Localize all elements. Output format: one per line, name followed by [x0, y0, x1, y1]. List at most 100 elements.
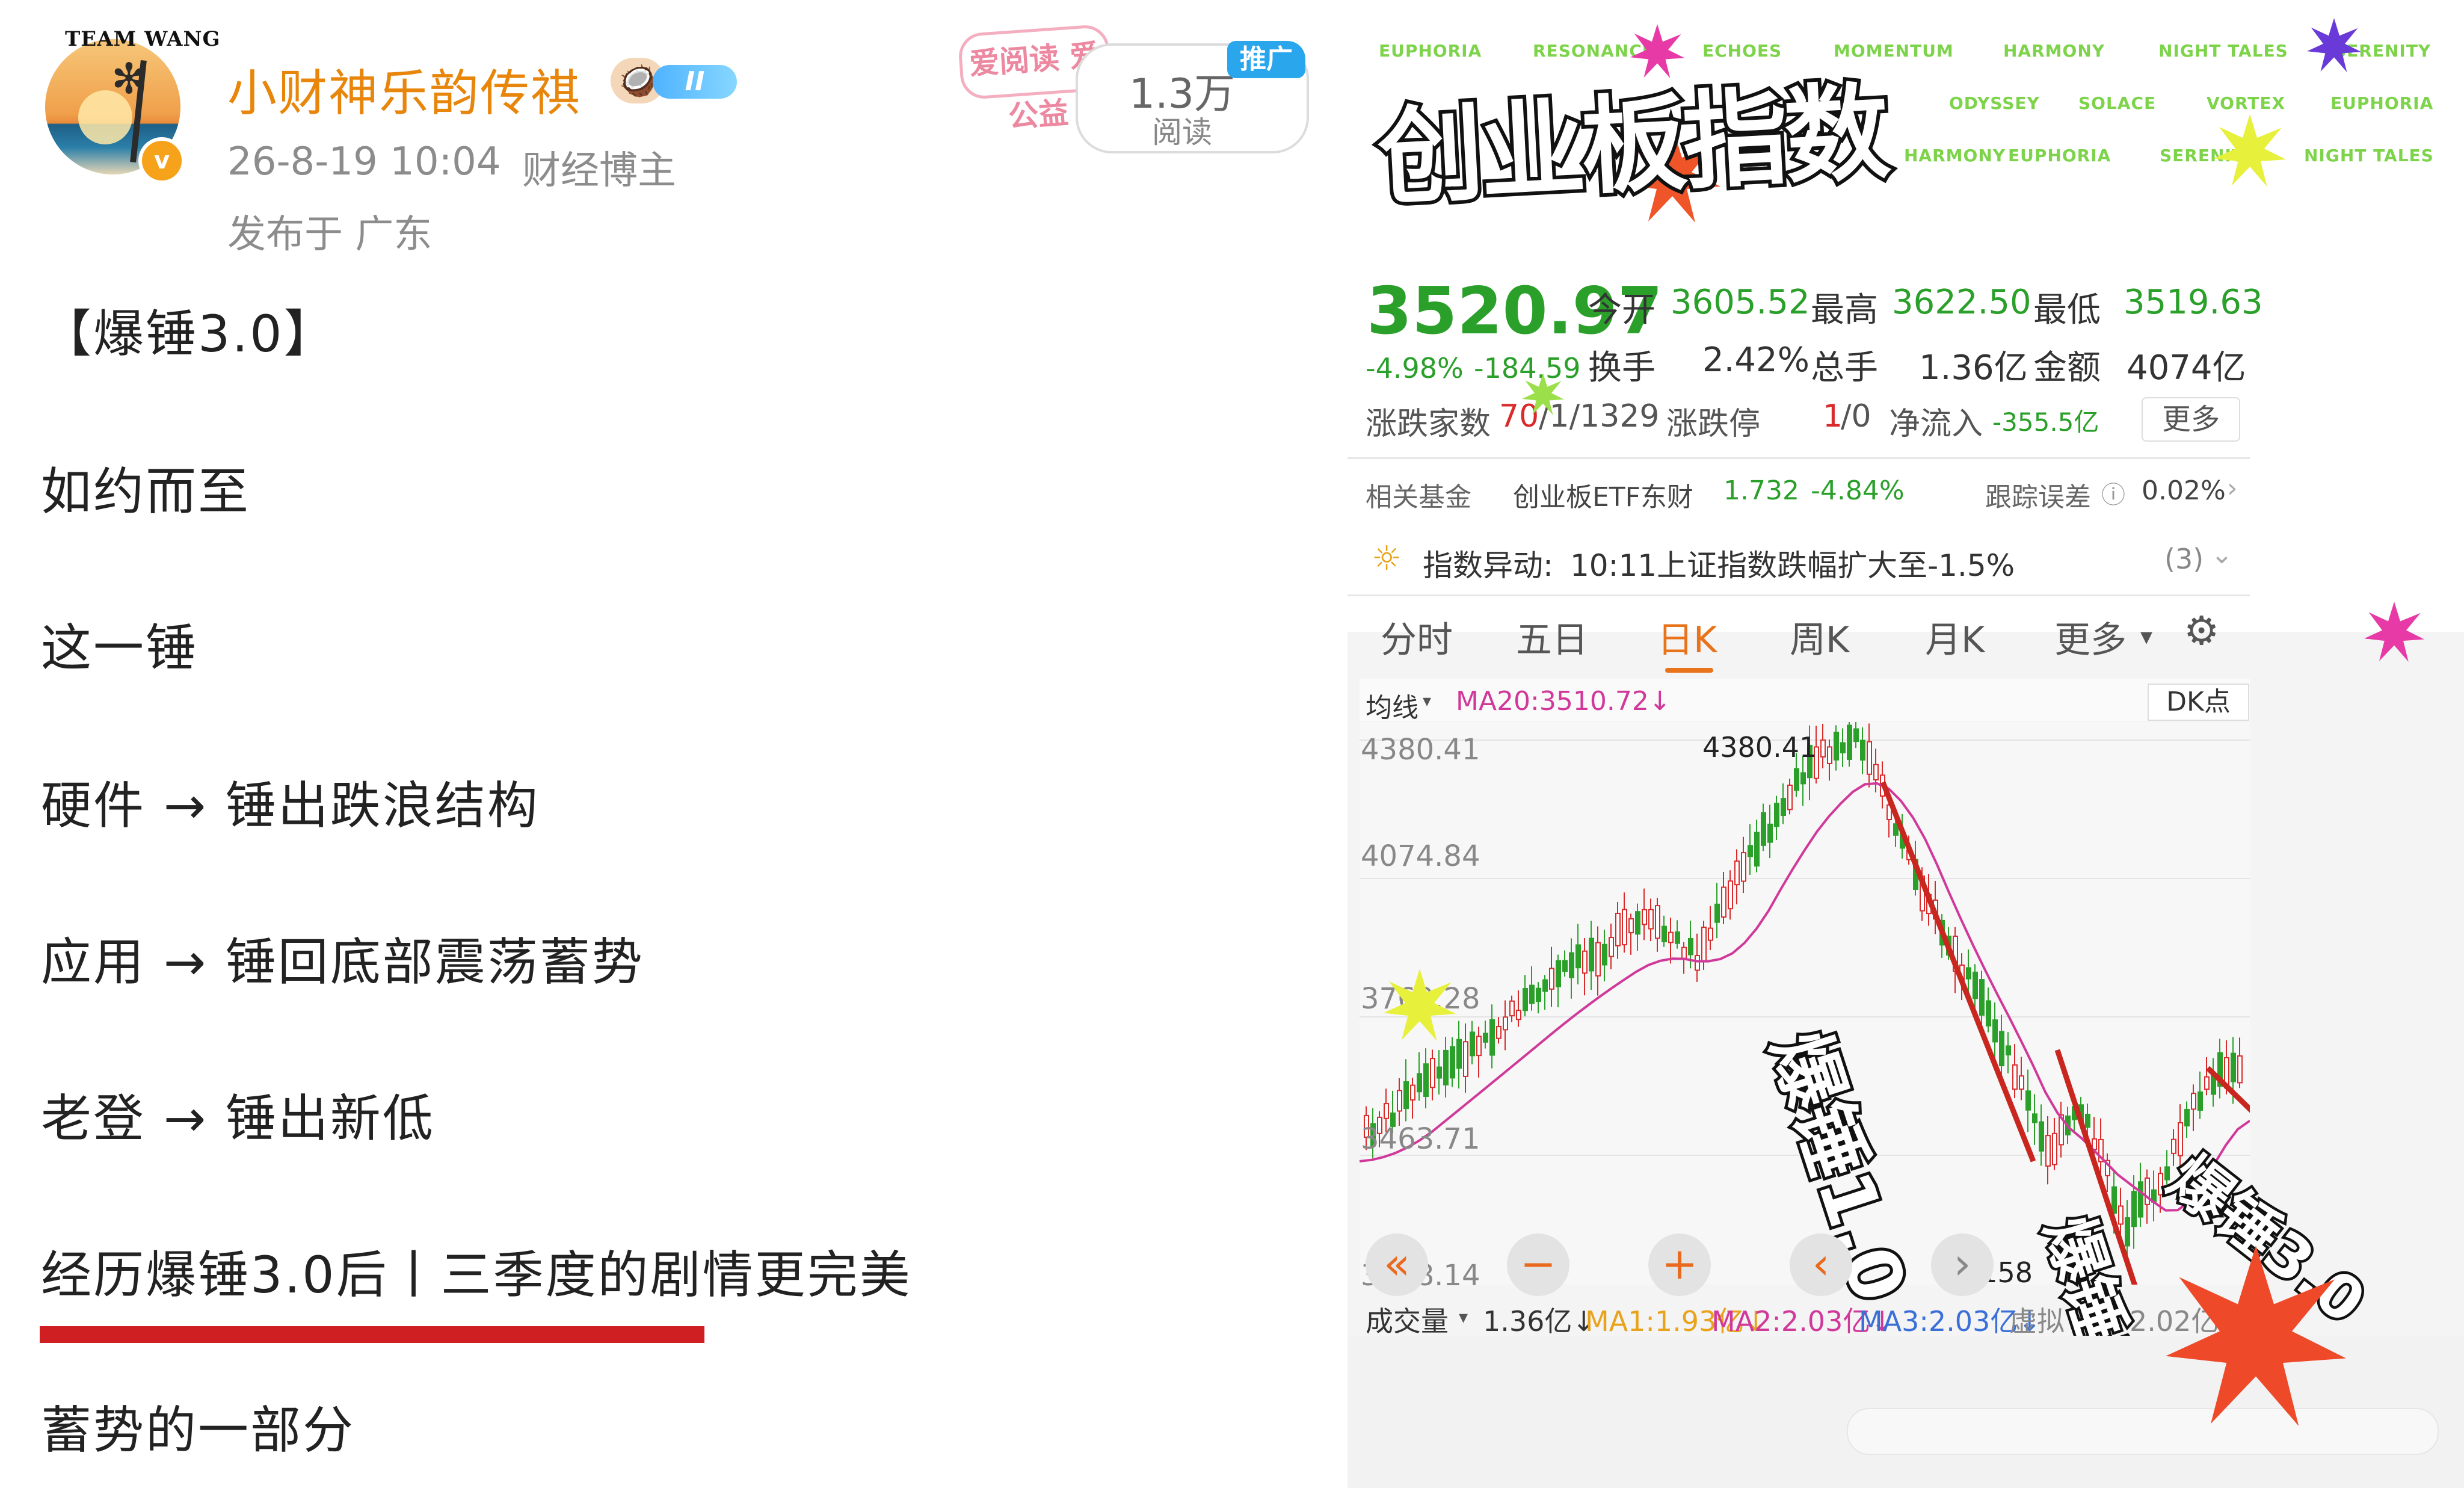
candle [1840, 742, 1846, 754]
candle [1516, 1010, 1521, 1020]
candle [2052, 1132, 2057, 1165]
candle [2145, 1177, 2150, 1205]
candle [1787, 784, 1793, 810]
fund-name[interactable]: 创业板ETF东财 [1513, 475, 1693, 514]
zoom-out-button[interactable]: − [1507, 1233, 1569, 1296]
promo-tag[interactable]: 推广 [1227, 41, 1305, 78]
caret-down-icon[interactable]: ▾ [1423, 691, 1431, 711]
tab-weekly-k[interactable]: 周K [1790, 611, 1849, 663]
gear-icon[interactable]: ⚙ [2184, 608, 2219, 654]
tab-five-day[interactable]: 五日 [1516, 611, 1588, 663]
level-badge[interactable]: II [653, 65, 737, 99]
banner-keyword: EUPHORIA [2330, 93, 2434, 113]
candle [1575, 944, 1581, 969]
high-label: 最高 [1811, 291, 1878, 330]
candle [1443, 1049, 1449, 1085]
candle [1774, 803, 1779, 827]
candle [1662, 925, 1667, 942]
candle [1847, 724, 1852, 760]
candle [1450, 1046, 1455, 1079]
candle [1734, 860, 1740, 886]
volume-value: 1.36亿 [1919, 348, 2028, 387]
candle [2231, 1052, 2236, 1082]
alert-text[interactable]: 10:11上证指数跌幅扩大至-1.5% [1570, 542, 2015, 585]
candle [1410, 1084, 1415, 1101]
candle [1496, 1026, 1502, 1039]
candle [1781, 798, 1786, 817]
candle [1397, 1090, 1402, 1112]
zoom-in-button[interactable]: + [1648, 1233, 1711, 1296]
candle [1589, 937, 1594, 972]
candle [1582, 950, 1588, 974]
post-location: 发布于 广东 [227, 212, 433, 257]
read-label: 阅读 [1152, 115, 1212, 150]
rewind-button[interactable]: « [1366, 1233, 1428, 1296]
candle [1675, 931, 1680, 944]
tab-more[interactable]: 更多 [2054, 611, 2127, 663]
candle [1417, 1073, 1422, 1093]
help-icon[interactable]: ⓘ [2101, 475, 2125, 510]
tab-monthly-k[interactable]: 月K [1925, 611, 1985, 663]
scroll-handle[interactable] [1847, 1408, 2439, 1455]
volume-selector[interactable]: 成交量 [1366, 1300, 1449, 1339]
post-line: 应用 → 锤回底部震荡蓄势 [41, 933, 644, 992]
candle [1820, 739, 1826, 758]
tracking-value: 0.02% [2142, 475, 2226, 506]
author-role: 财经博主 [522, 149, 676, 193]
candle [1721, 886, 1726, 918]
caret-down-icon[interactable]: ▾ [2140, 623, 2152, 650]
candle [1470, 1031, 1475, 1057]
caret-down-icon[interactable]: ▾ [1459, 1307, 1468, 1328]
candle [1430, 1058, 1435, 1088]
y-axis-label: 4074.84 [1361, 839, 1480, 873]
tab-daily-k[interactable]: 日K [1657, 611, 1717, 663]
more-button[interactable]: 更多 [2142, 397, 2240, 442]
candle [1708, 927, 1713, 941]
pink-star-icon [2364, 602, 2424, 662]
banner-keyword: EUPHORIA [2008, 146, 2111, 165]
candle [1642, 909, 1647, 925]
candle [1609, 937, 1614, 957]
candle [1873, 764, 1879, 781]
net-flow-label: 净流入 [1889, 406, 1983, 442]
candle [1754, 832, 1760, 867]
next-button[interactable]: › [1931, 1233, 1994, 1296]
candle [2204, 1076, 2210, 1090]
ma-selector[interactable]: 均线 [1366, 686, 1418, 724]
candle [1966, 967, 1971, 980]
post-line-title: 【爆锤3.0】 [41, 304, 336, 363]
post-line: 经历爆锤3.0后丨三季度的剧情更完美 [41, 1246, 912, 1304]
candle [1655, 905, 1660, 939]
change-pct: -4.98% [1366, 352, 1464, 384]
author-name[interactable]: 小财神乐韵传祺 [227, 53, 581, 125]
candle [1714, 903, 1720, 923]
candle [1509, 1000, 1515, 1017]
tracking-label: 跟踪误差 [1985, 482, 2091, 513]
dk-point-button[interactable]: DK点 [2148, 684, 2249, 721]
banner-keyword: HARMONY [1904, 146, 2006, 165]
candle [1595, 942, 1601, 977]
alert-count[interactable]: (3) [2164, 543, 2204, 575]
open-label: 今开 [1588, 291, 1656, 330]
chevron-right-icon[interactable]: › [2227, 473, 2238, 504]
banner-keyword: NIGHT TALES [2304, 146, 2434, 165]
divider [1348, 594, 2250, 596]
prev-button[interactable]: ‹ [1790, 1233, 1852, 1296]
purple-star-icon [2307, 18, 2361, 72]
chevron-down-icon[interactable]: ⌄ [2211, 539, 2233, 570]
candle [1562, 960, 1568, 972]
candle [1992, 1019, 1998, 1043]
candle [1761, 812, 1766, 846]
candle [1615, 912, 1621, 946]
candle [1569, 952, 1574, 978]
high-value: 3622.50 [1892, 283, 2031, 322]
low-label: 最低 [2033, 291, 2101, 330]
candle [1622, 909, 1627, 946]
candle [2012, 1064, 2018, 1090]
post-time: 26-8-19 10:04 [227, 140, 501, 184]
turnover-label: 换手 [1588, 348, 1656, 387]
volume-value: 1.36亿↓ [1483, 1305, 1595, 1338]
candle [2019, 1075, 2024, 1090]
tab-minute[interactable]: 分时 [1381, 611, 1453, 663]
candle [2006, 1045, 2011, 1056]
